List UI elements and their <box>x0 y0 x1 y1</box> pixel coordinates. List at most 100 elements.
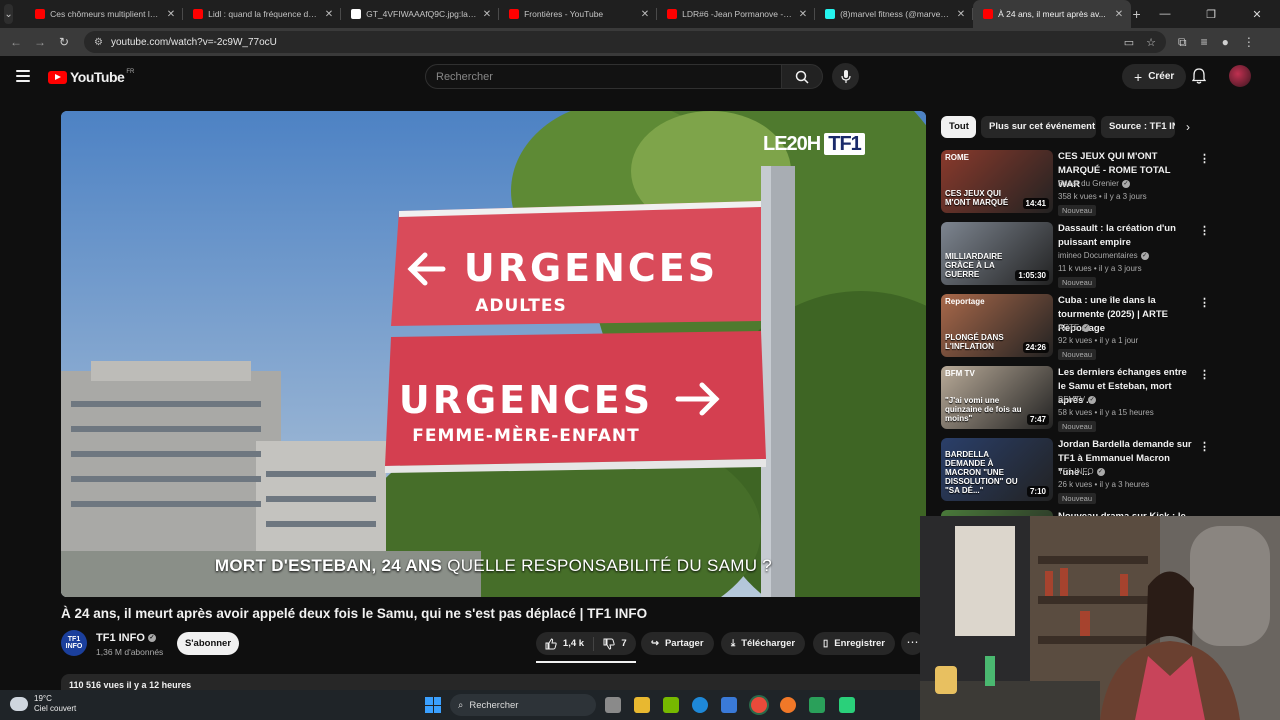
forward-icon[interactable]: → <box>28 35 52 49</box>
channel-name[interactable]: imineo Documentaires <box>1058 251 1138 260</box>
recommendation-channel[interactable]: BFMTV ✓ <box>1058 395 1097 404</box>
recommendation-channel[interactable]: Bazar du Grenier ✓ <box>1058 179 1130 188</box>
windows-start-icon[interactable] <box>425 697 441 713</box>
video-player[interactable]: URGENCES ADULTES URGENCES FEMME-MÈRE-ENF… <box>61 111 926 597</box>
browser-tab[interactable]: À 24 ans, il meurt après av... ✕ <box>973 0 1132 28</box>
video-thumbnail[interactable]: Reportage PLONGÉ DANS L'INFLATION 24:26 <box>941 294 1053 357</box>
task-view-icon[interactable] <box>605 697 621 713</box>
channel-avatar[interactable]: TF1 INFO <box>61 630 87 656</box>
search-input[interactable]: Rechercher <box>425 64 782 89</box>
video-thumbnail[interactable]: ROME CES JEUX QUI M'ONT MARQUÉ 14:41 <box>941 150 1053 213</box>
media-icon[interactable]: ≡ <box>1201 35 1208 50</box>
recommendation-channel[interactable]: imineo Documentaires ✓ <box>1058 251 1149 260</box>
voice-search-button[interactable] <box>832 63 859 90</box>
nvidia-icon[interactable] <box>663 697 679 713</box>
address-bar[interactable]: ⚙ youtube.com/watch?v=-2c9W_77ocU ▭ ☆ <box>84 31 1166 53</box>
chip-event[interactable]: Plus sur cet événement <box>981 116 1096 138</box>
chrome-icon[interactable] <box>751 697 767 713</box>
browser-tab[interactable]: Lidl : quand la fréquence de tr... ✕ <box>183 0 342 28</box>
thumbs-down-icon <box>603 638 616 650</box>
bookmark-star-icon[interactable]: ☆ <box>1146 36 1156 49</box>
recommendation-channel[interactable]: TF1 INFO ✓ <box>1058 467 1105 476</box>
store-icon[interactable] <box>721 697 737 713</box>
close-tab-icon[interactable]: ✕ <box>799 9 807 20</box>
close-tab-icon[interactable]: ✕ <box>957 9 965 20</box>
recommendation-item[interactable]: BFM TV "J'ai vomi une quinzaine de fois a… <box>941 366 1213 434</box>
recommendation-item[interactable]: BARDELLA DEMANDE À MACRON "UNE DISSOLUTI… <box>941 438 1213 506</box>
taskbar-search[interactable]: ⌕ Rechercher <box>450 694 596 716</box>
weather-widget[interactable]: 19°C Ciel couvert <box>10 694 76 714</box>
recommendation-item[interactable]: Reportage PLONGÉ DANS L'INFLATION 24:26 Cub… <box>941 294 1213 362</box>
chrome-menu-icon[interactable]: ⋮ <box>1243 35 1255 50</box>
close-tab-icon[interactable]: ✕ <box>641 9 649 20</box>
channel-name[interactable]: TF1 INFO <box>96 632 145 644</box>
more-options-icon[interactable]: ⋮ <box>1199 440 1210 453</box>
video-thumbnail[interactable]: MILLIARDAIRE GRÂCE À LA GUERRE 1:05:30 <box>941 222 1053 285</box>
subscribe-button[interactable]: S'abonner <box>177 632 239 655</box>
chip-source[interactable]: Source : TF1 INFO <box>1101 116 1175 138</box>
browser-tab[interactable]: LDR#6 -Jean Pormanove - Enqu... ✕ <box>657 0 816 28</box>
app-icon[interactable] <box>809 697 825 713</box>
youtube-logo[interactable]: YouTube FR <box>48 69 134 85</box>
extensions-icon[interactable]: ⧉ <box>1178 35 1187 50</box>
profile-icon[interactable]: ● <box>1222 35 1229 50</box>
menu-icon[interactable] <box>16 70 30 85</box>
close-tab-icon[interactable]: ✕ <box>167 9 175 20</box>
close-tab-icon[interactable]: ✕ <box>483 9 491 20</box>
bell-icon <box>1191 68 1207 84</box>
caption-bold: MORT D'ESTEBAN, 24 ANS <box>214 556 443 575</box>
like-bar-underline <box>536 661 636 663</box>
spotify-icon[interactable] <box>839 697 855 713</box>
save-button[interactable]: ▯ Enregistrer <box>813 632 895 655</box>
browser-tab[interactable]: Ces chômeurs multiplient les c... ✕ <box>25 0 184 28</box>
search-button[interactable] <box>781 64 823 89</box>
firefox-icon[interactable] <box>780 697 796 713</box>
like-button[interactable]: 1,4 k <box>536 636 594 651</box>
thumbnail-label: Reportage <box>945 297 985 306</box>
recommendation-item[interactable]: MILLIARDAIRE GRÂCE À LA GUERRE 1:05:30 Das… <box>941 222 1213 290</box>
more-options-icon[interactable]: ⋮ <box>1199 296 1210 309</box>
browser-tab[interactable]: GT_4VFIWAAAfQ9C.jpg:large (... ✕ <box>341 0 500 28</box>
more-options-icon[interactable]: ⋮ <box>1199 152 1210 165</box>
video-thumbnail[interactable]: BFM TV "J'ai vomi une quinzaine de fois a… <box>941 366 1053 429</box>
video-duration: 24:26 <box>1022 342 1049 353</box>
video-thumbnail[interactable]: BARDELLA DEMANDE À MACRON "UNE DISSOLUTI… <box>941 438 1053 501</box>
share-button[interactable]: ↪ Partager <box>641 632 714 655</box>
recommendation-item[interactable]: ROME CES JEUX QUI M'ONT MARQUÉ 14:41 CES JE… <box>941 150 1213 218</box>
user-avatar[interactable] <box>1229 65 1251 87</box>
site-info-icon[interactable]: ⚙ <box>94 37 103 48</box>
new-tab-icon[interactable]: + <box>1131 6 1142 22</box>
channel-name[interactable]: ARTE <box>1058 323 1079 332</box>
chevron-right-icon[interactable]: › <box>1186 120 1190 134</box>
close-tab-icon[interactable]: ✕ <box>325 9 333 20</box>
recommendation-channel[interactable]: ARTE ✓ <box>1058 323 1091 332</box>
more-options-icon[interactable]: ⋮ <box>1199 224 1210 237</box>
maximize-icon[interactable]: ❐ <box>1188 8 1234 21</box>
tab-title: GT_4VFIWAAAfQ9C.jpg:large (... <box>366 9 477 19</box>
more-options-icon[interactable]: ⋮ <box>1199 368 1210 381</box>
cast-icon[interactable]: ▭ <box>1124 36 1134 49</box>
chip-all[interactable]: Tout <box>941 116 976 138</box>
channel-name-row[interactable]: TF1 INFO ✓ <box>96 632 156 644</box>
create-button[interactable]: + Créer <box>1122 64 1187 89</box>
recommendation-title[interactable]: Dassault : la création d'un puissant emp… <box>1058 222 1193 250</box>
minimize-icon[interactable]: — <box>1142 8 1188 21</box>
channel-name[interactable]: Bazar du Grenier <box>1058 179 1119 188</box>
dislike-button[interactable]: 7 <box>594 638 636 650</box>
close-window-icon[interactable]: ✕ <box>1234 8 1280 21</box>
tab-list: Ces chômeurs multiplient les c... ✕ Lidl :… <box>25 0 1132 28</box>
channel-name[interactable]: TF1 INFO <box>1058 467 1094 476</box>
recommendation-meta: 358 k vues • il y a 3 jours <box>1058 192 1147 201</box>
edge-icon[interactable] <box>692 697 708 713</box>
back-icon[interactable]: ← <box>4 35 28 49</box>
channel-name[interactable]: BFMTV <box>1058 395 1085 404</box>
browser-tab[interactable]: (8)marvel fitness (@marvel.fit) ... ✕ <box>815 0 974 28</box>
download-button[interactable]: ⤓ Télécharger <box>721 632 806 655</box>
close-tab-icon[interactable]: ✕ <box>1115 9 1123 20</box>
file-explorer-icon[interactable] <box>634 697 650 713</box>
sign-bottom-line2: FEMME-MÈRE-ENFANT <box>412 424 640 446</box>
tab-search-icon[interactable]: ⌄ <box>4 4 14 24</box>
notifications-button[interactable] <box>1191 68 1207 89</box>
reload-icon[interactable]: ↻ <box>52 35 76 49</box>
browser-tab[interactable]: Frontières - YouTube ✕ <box>499 0 658 28</box>
